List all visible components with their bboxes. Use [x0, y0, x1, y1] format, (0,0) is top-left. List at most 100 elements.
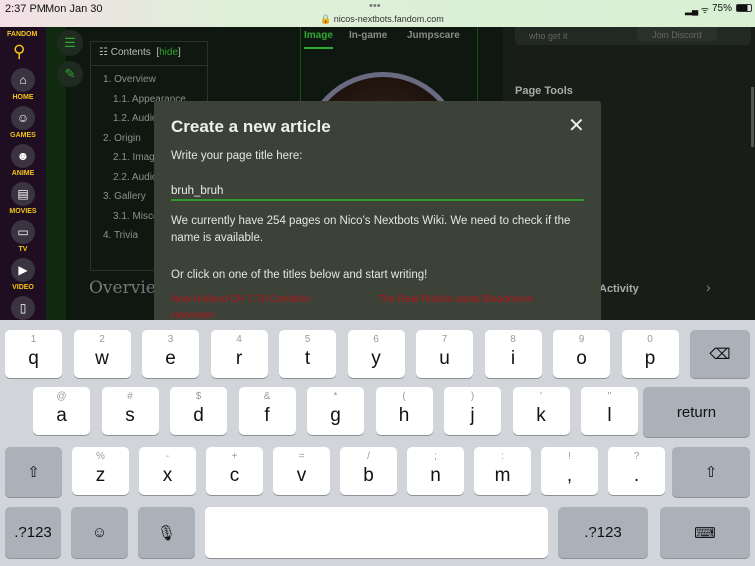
- onscreen-keyboard: 1 q 2 w 3 e 4 r 5 t 6 y 7 u 8 i 9 o 0 p @ a # s $ d & f * g(h) j ' k " l% z…: [0, 320, 755, 566]
- key-d[interactable]: $ d: [170, 387, 227, 435]
- space-bar[interactable]: [205, 507, 548, 558]
- url-bar[interactable]: 🔒 nicos-nextbots.fandom.com: [320, 14, 444, 25]
- key-primary: t: [304, 348, 311, 369]
- scrollbar[interactable]: [751, 87, 754, 147]
- key-primary: v: [296, 465, 307, 486]
- hide-keyboard-key[interactable]: ⌨: [660, 507, 750, 558]
- rail-item-label: TV: [18, 246, 28, 253]
- key-y[interactable]: 6y: [347, 330, 405, 378]
- key-j[interactable]: ) j: [444, 387, 501, 435]
- key-q[interactable]: 1q: [5, 330, 62, 378]
- url: nicos-nextbots.fandom.com: [333, 14, 444, 24]
- rail-item-anime[interactable]: ☻ ANIME: [8, 144, 38, 177]
- suggested-title-link[interactable]: The Real Roblox santa Bloodmoon: [378, 292, 538, 308]
- key-primary: x: [162, 465, 173, 486]
- book-icon: ▯: [11, 296, 35, 320]
- key-primary: b: [363, 465, 374, 486]
- join-discord-button[interactable]: Join Discord: [637, 27, 717, 41]
- discord-widget: who get it Join Discord: [515, 27, 751, 45]
- page-title-input[interactable]: [171, 183, 584, 201]
- modal-info: We currently have 254 pages on Nico's Ne…: [171, 215, 571, 244]
- microphone-icon: 🎙: [156, 524, 177, 542]
- key-primary: m: [494, 465, 511, 486]
- key-secondary: 0: [647, 334, 653, 345]
- suggested-title-link[interactable]: New Holland CH 7.70 Combine Harvester: [171, 292, 331, 320]
- tab-image[interactable]: Image: [304, 30, 333, 49]
- shift-key-right[interactable]: ⇧: [672, 447, 750, 497]
- key-e[interactable]: 3e: [142, 330, 199, 378]
- key-w[interactable]: 2w: [73, 330, 131, 378]
- toc-title: Contents: [110, 47, 151, 58]
- toc-hide-link[interactable]: hide: [159, 47, 178, 58]
- key-primary: y: [371, 348, 381, 369]
- key-v[interactable]: = v: [273, 447, 330, 495]
- key-s[interactable]: # s: [101, 387, 159, 435]
- key-m[interactable]: :m: [474, 447, 531, 495]
- key-b[interactable]: / b: [340, 447, 397, 495]
- close-icon[interactable]: ✕: [568, 113, 585, 138]
- multitask-dots-icon[interactable]: •••: [369, 0, 381, 12]
- fandom-rail: FANDOM ⚲ ⌂ HOME ☺ GAMES ☻ ANIME ▤ MOVIES ▭ TV ▶ VID…: [0, 27, 46, 320]
- dictation-key[interactable]: 🎙: [138, 507, 195, 558]
- emoji-key[interactable]: ☺: [71, 507, 128, 558]
- key-l[interactable]: " l: [581, 387, 638, 435]
- edit-pencil-icon[interactable]: ✎: [57, 61, 83, 87]
- key-p[interactable]: 0p: [621, 330, 679, 378]
- key-i[interactable]: 8i: [484, 330, 542, 378]
- key-x[interactable]: -x: [139, 447, 196, 495]
- key-secondary: /: [367, 451, 370, 462]
- key-primary: j: [470, 405, 475, 426]
- numbers-key-left[interactable]: .?123: [5, 507, 61, 558]
- activity-heading[interactable]: Activity: [599, 283, 639, 295]
- tab-in-game[interactable]: In-game: [349, 30, 387, 41]
- search-icon[interactable]: ⚲: [13, 42, 25, 62]
- shift-icon: ⇧: [704, 464, 718, 481]
- key-comma[interactable]: !,: [541, 447, 598, 495]
- key-secondary: $: [195, 391, 202, 402]
- key-primary: d: [193, 405, 204, 426]
- key-primary: s: [125, 405, 135, 426]
- return-key[interactable]: return: [643, 387, 750, 437]
- key-u[interactable]: 7u: [416, 330, 473, 378]
- key-period[interactable]: ?.: [608, 447, 665, 495]
- key-f[interactable]: & f: [238, 387, 296, 435]
- key-z[interactable]: % z: [72, 447, 129, 495]
- key-k[interactable]: ' k: [512, 387, 570, 435]
- modal-prompt: Write your page title here:: [171, 150, 303, 162]
- key-secondary: &: [263, 391, 271, 402]
- key-g[interactable]: * g: [307, 387, 364, 435]
- rail-item-home[interactable]: ⌂ HOME: [8, 68, 38, 101]
- tab-jumpscare[interactable]: Jumpscare: [407, 30, 460, 41]
- rail-item-tv[interactable]: ▭ TV: [8, 220, 38, 253]
- key-secondary: 4: [236, 334, 242, 345]
- battery-percent: 75%: [712, 3, 733, 14]
- key-primary: q: [28, 348, 39, 369]
- delete-key[interactable]: ⌫: [690, 330, 750, 378]
- key-h[interactable]: (h: [375, 387, 433, 435]
- battery-icon: [736, 4, 752, 12]
- key-r[interactable]: 4r: [210, 330, 268, 378]
- rail-item-label: VIDEO: [12, 284, 34, 291]
- rail-item-video[interactable]: ▶ VIDEO: [8, 258, 38, 291]
- key-a[interactable]: @ a: [33, 387, 90, 435]
- wifi-icon: ▂▄ ᯤ: [685, 5, 710, 15]
- rail-item-games[interactable]: ☺ GAMES: [8, 106, 38, 139]
- toc-item[interactable]: 1. Overview: [103, 70, 207, 90]
- rail-item-movies[interactable]: ▤ MOVIES: [8, 182, 38, 215]
- numbers-key-right[interactable]: .?123: [558, 507, 648, 558]
- key-t[interactable]: 5t: [279, 330, 336, 378]
- return-label: return: [676, 403, 717, 421]
- page-tools-heading: Page Tools: [515, 85, 573, 97]
- chevron-right-icon[interactable]: ›: [706, 279, 711, 295]
- create-article-modal: Create a new article ✕ Write your page t…: [154, 101, 601, 320]
- key-n[interactable]: ; n: [407, 447, 464, 495]
- list-icon: ☷: [99, 47, 111, 58]
- key-c[interactable]: + c: [206, 447, 263, 495]
- key-secondary: 6: [373, 334, 379, 345]
- key-o[interactable]: 9o: [553, 330, 610, 378]
- key-secondary: 2: [99, 334, 105, 345]
- rail-item-more[interactable]: ▯: [8, 296, 38, 320]
- emoji-icon: ☺: [91, 524, 108, 541]
- toc-toggle-icon[interactable]: ☰: [57, 30, 83, 56]
- shift-key-left[interactable]: ⇧: [5, 447, 62, 497]
